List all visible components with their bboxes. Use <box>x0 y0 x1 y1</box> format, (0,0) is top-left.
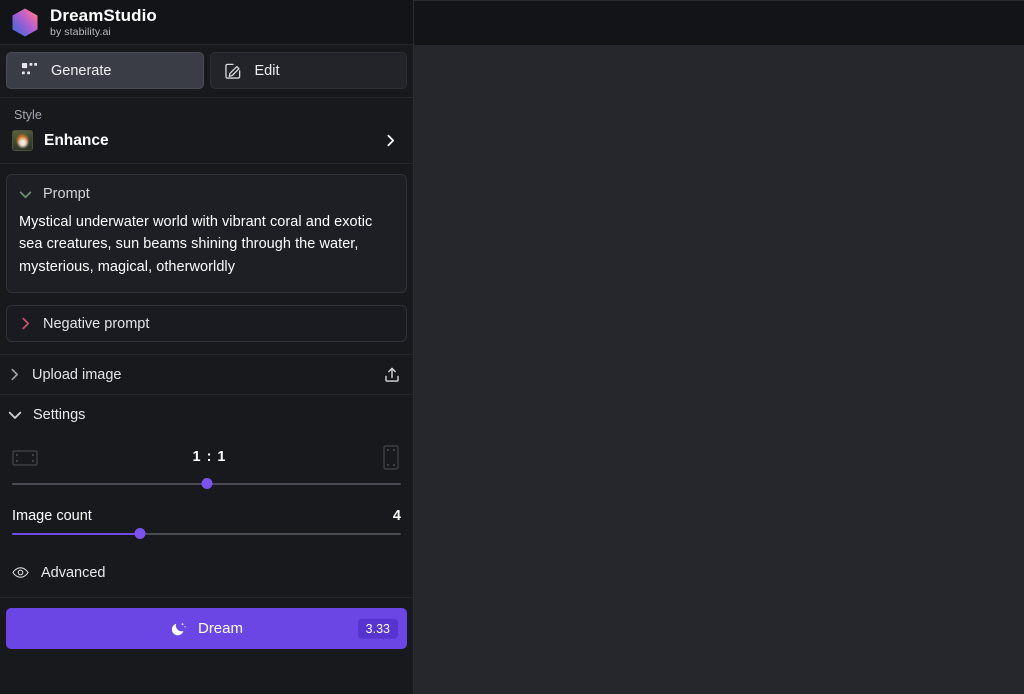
style-caption: Style <box>14 108 42 122</box>
mode-tabs: Generate Edit <box>0 45 413 97</box>
aspect-ratio-value: 1 : 1 <box>192 449 227 466</box>
left-sidebar: DreamStudio by stability.ai Generate Edi… <box>0 0 414 694</box>
prompt-header[interactable]: Prompt <box>19 186 394 202</box>
dream-credits-badge: 3.33 <box>357 618 398 640</box>
image-count-slider[interactable] <box>12 526 401 542</box>
image-count-label: Image count <box>12 508 92 525</box>
settings-label: Settings <box>33 406 86 423</box>
chevron-down-icon <box>8 411 22 419</box>
brand-header: DreamStudio by stability.ai <box>0 0 413 45</box>
tab-generate-label: Generate <box>51 62 112 79</box>
aspect-ratio-slider-thumb[interactable] <box>201 478 212 490</box>
style-selector[interactable]: Enhance <box>12 130 401 151</box>
image-count-slider-thumb[interactable] <box>134 528 146 540</box>
dreamstudio-app: DreamStudio by stability.ai Generate Edi… <box>0 0 1024 694</box>
advanced-label: Advanced <box>41 564 106 581</box>
tab-edit-label: Edit <box>254 62 280 79</box>
app-subtitle: by stability.ai <box>50 25 111 38</box>
hexagon-gradient-logo-icon <box>12 8 38 36</box>
chevron-down-icon <box>19 190 32 198</box>
upload-image-label: Upload image <box>32 366 122 383</box>
negative-prompt-row[interactable]: Negative prompt <box>6 305 407 343</box>
app-title: DreamStudio <box>50 5 157 25</box>
eye-icon <box>12 567 29 579</box>
prompt-label: Prompt <box>43 186 90 202</box>
prompt-card[interactable]: Prompt Mystical underwater world with vi… <box>6 174 407 294</box>
portrait-ratio-icon[interactable] <box>381 445 401 470</box>
chevron-right-icon <box>387 134 395 147</box>
upload-icon[interactable] <box>383 366 401 384</box>
image-count-slider-fill <box>12 533 141 536</box>
pencil-square-icon <box>224 63 240 79</box>
landscape-ratio-icon[interactable] <box>12 447 38 468</box>
prompt-text[interactable]: Mystical underwater world with vibrant c… <box>19 211 394 278</box>
chevron-right-icon <box>11 369 19 381</box>
dream-button-wrap: Dream 3.33 <box>0 598 413 650</box>
brand-text: DreamStudio by stability.ai <box>50 7 157 38</box>
image-count-row: Image count 4 <box>12 508 401 524</box>
chevron-right-icon <box>22 318 30 330</box>
upload-image-row[interactable]: Upload image <box>0 354 413 396</box>
style-thumbnail-icon <box>12 130 33 151</box>
style-section: Style Enhance <box>0 97 413 164</box>
dream-button-label: Dream <box>197 620 243 638</box>
grid-squares-icon <box>21 62 38 75</box>
main-panel <box>414 0 1024 694</box>
tab-generate[interactable]: Generate <box>6 52 204 89</box>
settings-header[interactable]: Settings <box>0 395 413 434</box>
dream-button[interactable]: Dream 3.33 <box>6 608 407 650</box>
main-top-strip <box>414 1 1024 46</box>
advanced-row[interactable]: Advanced <box>12 564 401 597</box>
negative-prompt-label: Negative prompt <box>43 315 150 332</box>
moon-stars-icon <box>171 623 186 636</box>
settings-body: 1 : 1 Image count 4 Advanced <box>0 434 413 597</box>
tab-edit[interactable]: Edit <box>209 52 407 89</box>
style-value: Enhance <box>44 131 109 149</box>
aspect-ratio-slider[interactable] <box>12 476 401 492</box>
image-results-canvas[interactable] <box>414 46 1024 694</box>
dream-button-content: Dream <box>170 620 243 637</box>
image-count-value: 4 <box>392 508 401 525</box>
aspect-ratio-row: 1 : 1 <box>12 440 401 474</box>
